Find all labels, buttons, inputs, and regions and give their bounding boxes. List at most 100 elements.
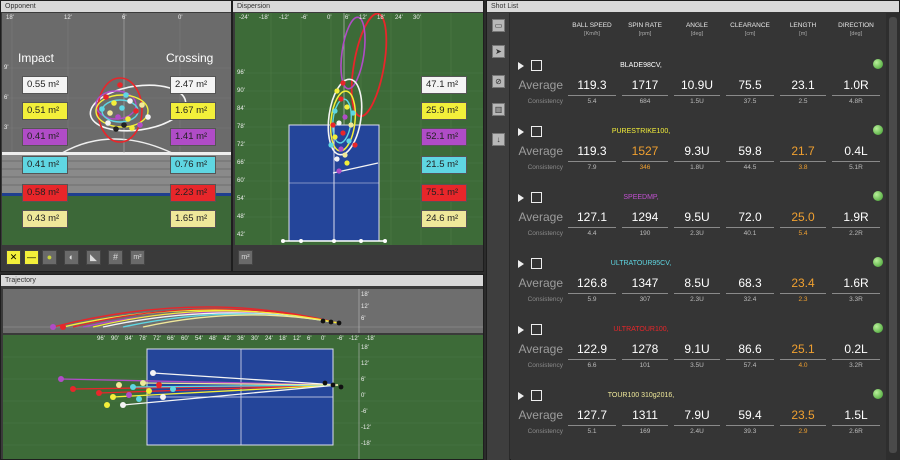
consistency-value: 101 <box>639 362 651 369</box>
average-value: 7.9U <box>684 408 710 422</box>
average-value: 122.9 <box>576 342 608 356</box>
average-value: 9.3U <box>684 144 710 158</box>
cursor-icon[interactable]: ➤ <box>492 45 505 58</box>
impact-area-1: 0.51 m² <box>22 102 68 120</box>
row-divider <box>622 95 668 96</box>
consistency-value: 57.4 <box>743 362 757 369</box>
dispersion-y-scale-4: 72' <box>237 142 245 148</box>
shot-list-scrollbar[interactable] <box>886 13 900 460</box>
crossing-area-1: 1.67 m² <box>170 102 216 120</box>
consistency-value: 40.1 <box>743 230 757 237</box>
dispersion-y-scale-1: 90' <box>237 88 245 94</box>
trajectory-side-view[interactable] <box>3 289 483 333</box>
average-label: Average <box>518 276 563 290</box>
dispersion-area-toggle-button[interactable]: m² <box>238 250 253 265</box>
consistency-value: 3.3R <box>849 296 863 303</box>
area-toggle-button[interactable]: m² <box>130 250 145 265</box>
folder-icon[interactable]: ▭ <box>492 19 505 32</box>
row-divider <box>568 227 616 228</box>
row-divider <box>674 293 720 294</box>
row-divider <box>832 293 880 294</box>
col-header-angle[interactable]: ANGLE [deg] <box>671 21 723 47</box>
consistency-value: 3.2R <box>849 362 863 369</box>
impact-area-5: 0.43 m² <box>22 210 68 228</box>
shade-toggle-button[interactable]: ◐ <box>64 250 79 265</box>
average-value: 8.5U <box>684 276 710 290</box>
consistency-value: 2.3 <box>798 296 808 303</box>
marker-toggle-button[interactable]: ✕ <box>6 250 21 265</box>
shot-group: BLADE98CV, Average Consistency 119.3 5.4 1717… <box>511 47 886 113</box>
opponent-top-scale-0: 18' <box>6 15 14 21</box>
status-indicator-icon <box>873 125 883 135</box>
col-header-length[interactable]: LENGTH [m] <box>777 21 829 47</box>
dispersion-x-scale-1: -18' <box>259 15 269 21</box>
trajectory-x-scale-4: 72' <box>153 336 161 342</box>
dispersion-x-scale-6: 12' <box>359 15 367 21</box>
dispersion-x-scale-8: 24' <box>395 15 403 21</box>
dispersion-x-scale-4: 0' <box>327 15 332 21</box>
average-value: 23.5 <box>791 408 815 422</box>
trajectory-y-scale-4: -6' <box>361 409 368 415</box>
download-icon[interactable]: ↓ <box>492 133 505 146</box>
trajectory-top-chart <box>3 343 483 459</box>
eye-slash-icon[interactable]: ⊘ <box>492 75 505 88</box>
row-divider <box>568 359 616 360</box>
row-divider <box>780 293 826 294</box>
average-value: 72.0 <box>738 210 762 224</box>
average-value: 1.6R <box>843 276 869 290</box>
average-label: Average <box>518 78 563 92</box>
row-divider <box>674 227 720 228</box>
col-header-spin-rate[interactable]: SPIN RATE [rpm] <box>619 21 671 47</box>
average-value: 59.4 <box>738 408 762 422</box>
consistency-value: 1.8U <box>690 164 704 171</box>
average-value: 75.5 <box>738 78 762 92</box>
trajectory-x-scale-10: 36' <box>237 336 245 342</box>
consistency-value: 2.9 <box>798 428 808 435</box>
dispersion-area-4: 75.1 m² <box>421 184 467 202</box>
average-value: 1294 <box>631 210 659 224</box>
consistency-value: 2.3U <box>690 296 704 303</box>
opponent-view[interactable]: 18' 12' 6' 0' 9' 6' 3' Impact Crossing 0… <box>2 13 231 245</box>
consistency-label: Consistency <box>527 98 563 105</box>
trajectory-y-scale-3: 0' <box>361 393 366 399</box>
trajectory-panel: Trajectory 18' 12' 6' 96' 90' 84' 78' 72… <box>0 274 484 460</box>
scrollbar-thumb[interactable] <box>889 17 897 453</box>
row-divider <box>780 425 826 426</box>
group-name: ULTRATOUR100, <box>613 326 669 333</box>
dispersion-area-5: 24.6 m² <box>421 210 467 228</box>
col-header-direction[interactable]: DIRECTION [deg] <box>829 21 883 47</box>
consistency-value: 169 <box>639 428 651 435</box>
dispersion-x-scale-7: 18' <box>377 15 385 21</box>
col-header-ball-speed[interactable]: BALL SPEED [Km/h] <box>565 21 619 47</box>
average-value: 0.2L <box>844 342 868 356</box>
shape-toggle-button[interactable]: ◣ <box>86 250 101 265</box>
line-toggle-button[interactable]: — <box>24 250 39 265</box>
row-divider <box>674 161 720 162</box>
trajectory-top-view[interactable]: 96' 90' 84' 78' 72' 66' 60' 54' 48' 42' … <box>3 335 483 459</box>
consistency-label: Consistency <box>527 296 563 303</box>
average-value: 127.7 <box>576 408 608 422</box>
shot-list-title: Shot List <box>487 1 899 12</box>
consistency-value: 2.4U <box>690 428 704 435</box>
col-header-clearance[interactable]: CLEARANCE [cm] <box>723 21 777 47</box>
trajectory-x-scale-18: -12' <box>349 336 359 342</box>
trajectory-x-scale-1: 90' <box>111 336 119 342</box>
average-value: 25.0 <box>791 210 815 224</box>
trash-icon[interactable]: ▥ <box>492 103 505 116</box>
shot-group: SPEEDMP, Average Consistency 127.1 4.4 1294 19… <box>511 179 886 245</box>
shot-group: TOUR100 310g2016, Average Consistency 127.7… <box>511 377 886 443</box>
average-value: 1311 <box>632 408 658 422</box>
consistency-value: 39.3 <box>743 428 757 435</box>
trajectory-x-scale-12: 24' <box>265 336 273 342</box>
trajectory-y-scale-2: 6' <box>361 377 366 383</box>
ball-toggle-button[interactable]: ● <box>42 250 57 265</box>
opponent-left-scale-2: 3' <box>4 125 9 131</box>
grid-toggle-button[interactable]: # <box>108 250 123 265</box>
consistency-value: 2.3U <box>690 230 704 237</box>
average-value: 127.1 <box>576 210 608 224</box>
average-value: 0.4L <box>844 144 868 158</box>
dispersion-view[interactable]: -24' -18' -12' -6' 0' 6' 12' 18' 24' 30'… <box>235 13 483 245</box>
average-value: 9.5U <box>684 210 710 224</box>
consistency-value: 190 <box>639 230 651 237</box>
consistency-label: Consistency <box>527 230 563 237</box>
